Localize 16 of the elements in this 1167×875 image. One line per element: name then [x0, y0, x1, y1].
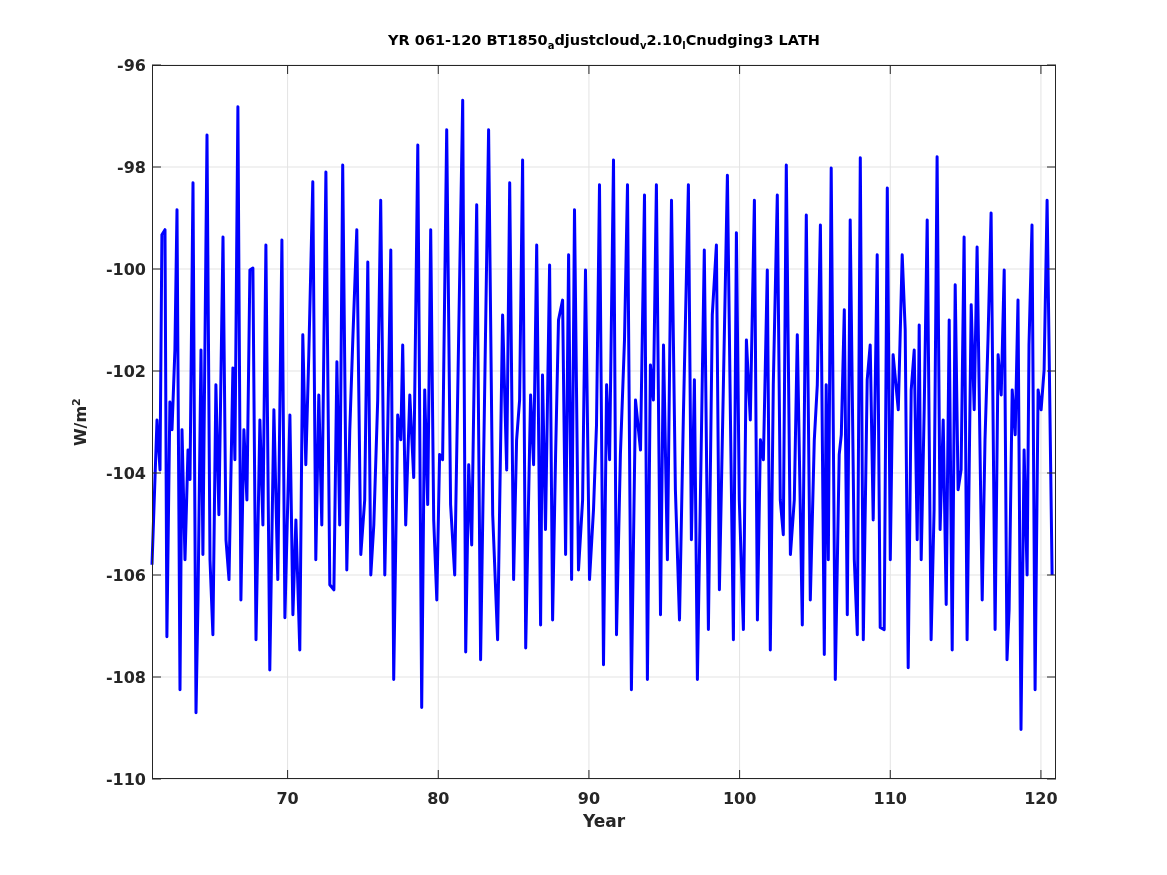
chart-title: YR 061-120 BT1850$_{a}$djustcloud$_{v}$2.10$_{l}$Cnudging3 LATH: [388, 32, 820, 53]
y-tick-label: -96: [117, 56, 146, 75]
y-tick-label: -102: [105, 362, 146, 381]
x-tick-label: 100: [722, 789, 757, 808]
y-tick-label: -110: [105, 770, 146, 789]
y-tick-label: -100: [105, 260, 146, 279]
y-tick-label: -98: [117, 158, 146, 177]
y-tick-label: -108: [105, 668, 146, 687]
x-tick-label: 80: [427, 789, 450, 808]
x-axis-label: Year: [582, 811, 626, 831]
y-tick-label: -106: [105, 566, 146, 585]
x-tick-label: 110: [873, 789, 907, 808]
y-tick-label: -104: [105, 464, 146, 483]
x-tick-label: 90: [577, 789, 601, 808]
x-tick-label: 70: [276, 789, 299, 808]
x-tick-label: 120: [1024, 789, 1058, 808]
